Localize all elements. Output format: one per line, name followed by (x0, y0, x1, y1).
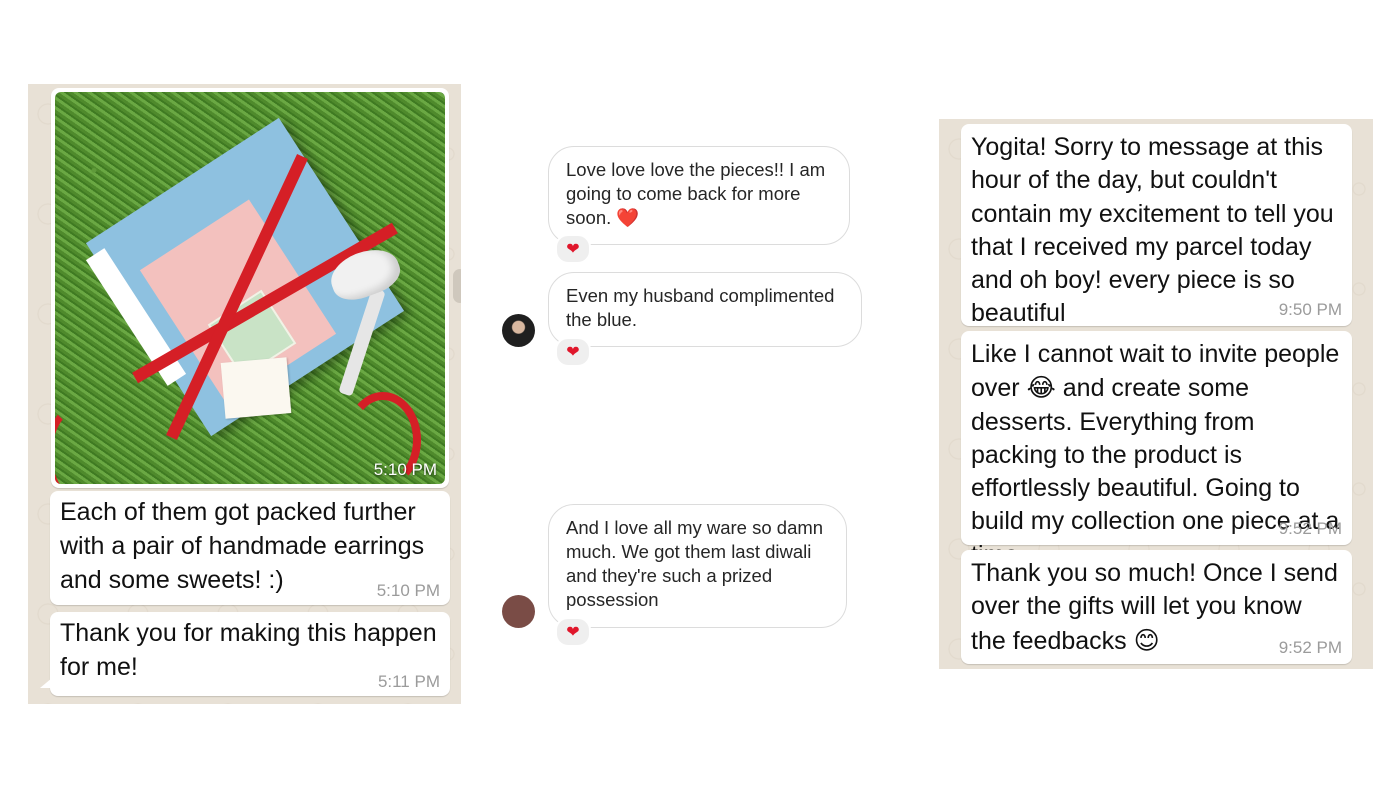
right-chat-panel: Yogita! Sorry to message at this hour of… (939, 119, 1373, 669)
photo-timestamp: 5:10 PM (373, 460, 437, 479)
heart-reaction-icon[interactable]: ❤ (555, 234, 591, 264)
scroll-handle[interactable] (453, 269, 461, 303)
dm-message-text: Even my husband complimented the blue. (566, 285, 835, 330)
message-bubble[interactable]: Thank you for making this happen for me!… (40, 612, 450, 696)
dm-message-text: Love love love the pieces!! I am going t… (566, 159, 826, 228)
message-bubble[interactable]: Each of them got packed further with a p… (50, 491, 450, 605)
left-chat-panel: 5:10 PM Each of them got packed further … (28, 84, 461, 704)
message-bubble[interactable]: Like I cannot wait to invite people over… (961, 331, 1352, 569)
message-bubble[interactable]: Yogita! Sorry to message at this hour of… (961, 124, 1352, 328)
dm-message-text: And I love all my ware so damn much. We … (566, 517, 824, 610)
laughing-emoji-icon: 😂 (1026, 373, 1056, 403)
message-timestamp: 9:50 PM (1278, 300, 1342, 319)
dm-message-bubble[interactable]: And I love all my ware so damn much. We … (548, 504, 847, 628)
message-text: Each of them got packed further with a p… (60, 498, 425, 594)
heart-reaction-icon[interactable]: ❤ (555, 617, 591, 647)
photo-message[interactable]: 5:10 PM (51, 88, 449, 488)
message-timestamp: 5:10 PM (376, 581, 440, 600)
smiling-emoji-icon: 😊 (1133, 625, 1160, 655)
avatar[interactable] (502, 595, 535, 628)
avatar[interactable] (502, 314, 535, 347)
message-timestamp: 9:52 PM (1278, 519, 1342, 538)
gift-box-photo[interactable]: 5:10 PM (55, 92, 445, 484)
message-text: Yogita! Sorry to message at this hour of… (971, 133, 1334, 328)
message-text: and create some desserts. Everything fro… (971, 374, 1340, 568)
message-timestamp: 9:52 PM (1278, 638, 1342, 657)
dm-message-bubble[interactable]: Love love love the pieces!! I am going t… (548, 146, 850, 245)
message-timestamp: 5:11 PM (377, 672, 440, 691)
dm-message-bubble[interactable]: Even my husband complimented the blue. (548, 272, 862, 347)
heart-reaction-icon[interactable]: ❤ (555, 337, 591, 367)
gift-tag (220, 357, 292, 419)
ribbon-tail (55, 402, 119, 484)
message-bubble[interactable]: Thank you so much! Once I send over the … (961, 550, 1352, 664)
